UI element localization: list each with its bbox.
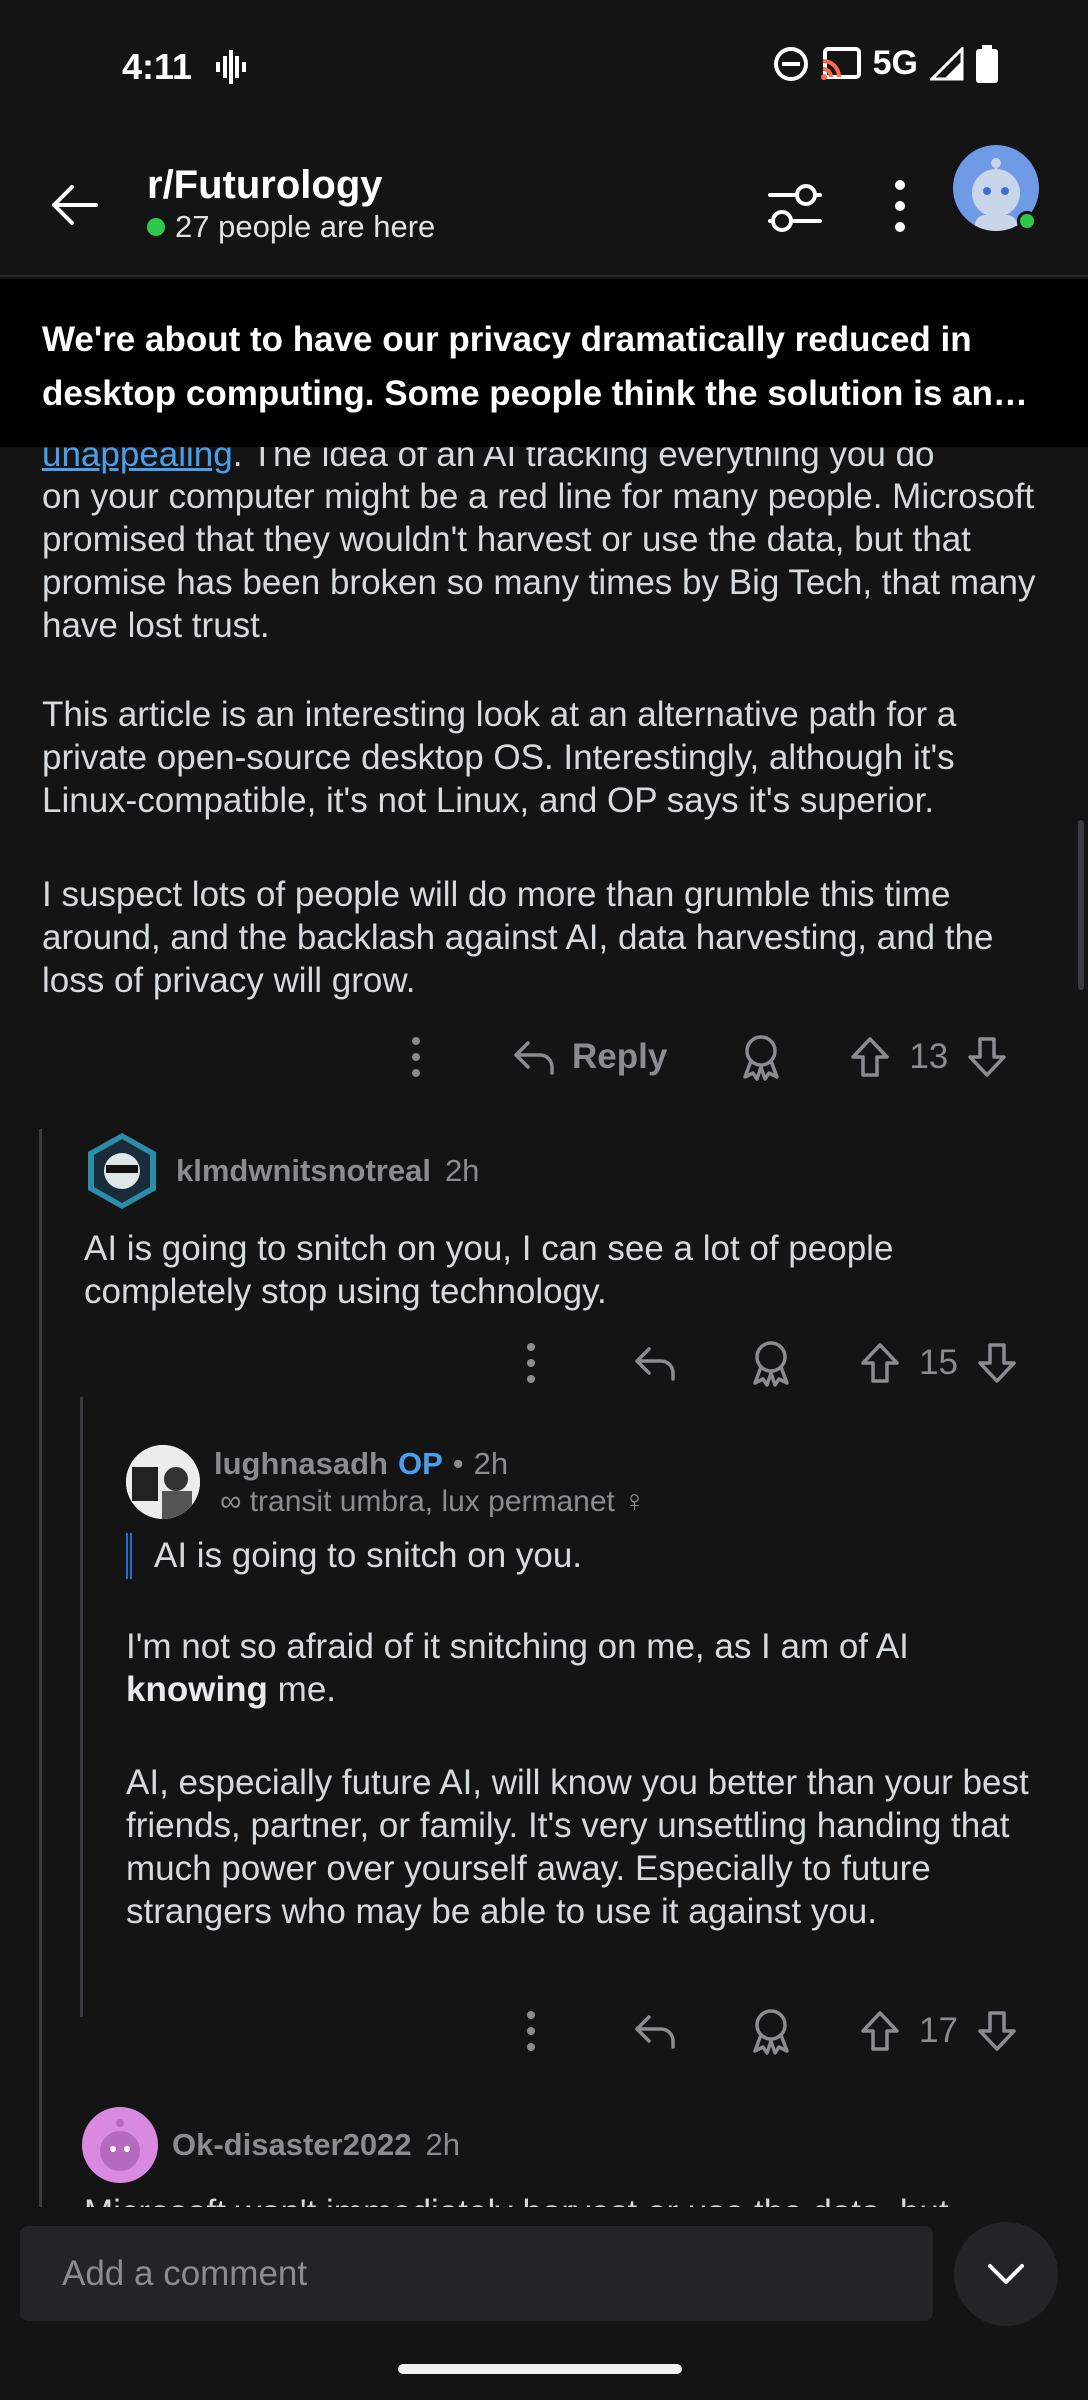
user-flair: ∞ transit umbra, lux permanet ♀ bbox=[220, 1485, 646, 1518]
online-status-dot bbox=[1017, 211, 1037, 231]
network-label: 5G bbox=[872, 44, 918, 82]
post-title-banner[interactable]: We're about to have our privacy dramatic… bbox=[0, 279, 1088, 447]
comment-actions: 15 bbox=[521, 1339, 1018, 1387]
post-body-paragraph-3: I suspect lots of people will do more th… bbox=[42, 875, 994, 1000]
thread-line bbox=[80, 1397, 83, 2017]
downvote-icon[interactable] bbox=[966, 1035, 1008, 1079]
comment-text: AI, especially future AI, will know you … bbox=[126, 1763, 1029, 1931]
post-body-paragraph-1: on your computer might be a red line for… bbox=[42, 477, 1036, 645]
comment-actions: 17 bbox=[521, 2007, 1018, 2055]
post-scroll-area[interactable]: unappealing. The idea of an AI tracking … bbox=[0, 447, 1088, 2207]
back-arrow-icon[interactable] bbox=[44, 175, 104, 235]
award-icon[interactable] bbox=[739, 1033, 783, 1081]
award-icon[interactable] bbox=[749, 2007, 793, 2055]
subreddit-name[interactable]: r/Futurology bbox=[147, 163, 383, 208]
comment-username[interactable]: klmdwnitsnotreal bbox=[176, 1153, 431, 1189]
vote-score: 17 bbox=[919, 2011, 958, 2050]
filter-icon[interactable] bbox=[768, 183, 822, 233]
cast-icon bbox=[820, 46, 861, 80]
avatar[interactable] bbox=[82, 2107, 158, 2183]
avatar[interactable] bbox=[126, 1445, 200, 1519]
award-icon[interactable] bbox=[749, 1339, 793, 1387]
add-comment-input[interactable]: Add a comment bbox=[20, 2226, 933, 2321]
vote-score: 13 bbox=[909, 1037, 949, 1076]
upvote-icon[interactable] bbox=[859, 1341, 901, 1385]
comment-text: Microsoft won't immediately harvest or u… bbox=[84, 2191, 1044, 2207]
comment-username[interactable]: lughnasadh bbox=[214, 1446, 388, 1482]
more-options-icon[interactable] bbox=[521, 1341, 541, 1385]
online-dot-icon bbox=[147, 218, 165, 236]
downvote-icon[interactable] bbox=[976, 1341, 1018, 1385]
photo-avatar-icon bbox=[126, 1445, 200, 1519]
reply-button[interactable]: Reply bbox=[572, 1037, 667, 1077]
vibrate-icon bbox=[216, 50, 246, 84]
op-badge: OP bbox=[397, 1446, 443, 1481]
comment-text: AI is going to snitch on you, I can see … bbox=[84, 1229, 894, 1311]
comment-text: I'm not so afraid of it snitching on me,… bbox=[126, 1627, 909, 1709]
comment-username[interactable]: Ok-disaster2022 bbox=[172, 2127, 412, 2163]
snoo-avatar-icon bbox=[100, 2119, 140, 2171]
presence-text: 27 people are here bbox=[175, 209, 436, 244]
separator-dot: • bbox=[452, 1446, 464, 1481]
comment-time: 2h bbox=[425, 2127, 461, 2162]
battery-icon bbox=[976, 44, 998, 83]
presence-indicator: 27 people are here bbox=[147, 209, 435, 245]
avatar[interactable] bbox=[82, 1131, 162, 1211]
post-body-line: unappealing. The idea of an AI tracking … bbox=[42, 447, 1052, 476]
thread-line bbox=[39, 1129, 42, 2207]
chevron-down-icon bbox=[988, 2264, 1024, 2284]
app-header: r/Futurology 27 people are here bbox=[0, 135, 1088, 277]
more-options-icon[interactable] bbox=[521, 2009, 541, 2053]
comment-time: 2h bbox=[444, 1153, 480, 1188]
comment-header: Ok-disaster2022 2h bbox=[82, 2107, 460, 2183]
reply-icon[interactable] bbox=[633, 2011, 677, 2051]
comment-header: klmdwnitsnotreal 2h bbox=[82, 1131, 479, 1211]
hexagon-avatar-icon bbox=[88, 1133, 156, 1209]
home-gesture-bar[interactable] bbox=[398, 2364, 682, 2374]
add-comment-placeholder: Add a comment bbox=[62, 2253, 308, 2293]
post-actions: Reply 13 bbox=[406, 1033, 1008, 1081]
reply-icon[interactable] bbox=[633, 1343, 677, 1383]
upvote-icon[interactable] bbox=[849, 1035, 891, 1079]
upvote-icon[interactable] bbox=[859, 2009, 901, 2053]
reply-icon[interactable] bbox=[512, 1037, 556, 1077]
post-title: We're about to have our privacy dramatic… bbox=[42, 320, 993, 413]
scrollbar[interactable] bbox=[1078, 820, 1084, 990]
downvote-icon[interactable] bbox=[976, 2009, 1018, 2053]
quote-block: AI is going to snitch on you. bbox=[126, 1533, 582, 1579]
do-not-disturb-icon bbox=[773, 46, 808, 81]
more-options-icon[interactable] bbox=[888, 179, 912, 233]
post-body-paragraph-2: This article is an interesting look at a… bbox=[42, 695, 957, 820]
next-comment-button[interactable] bbox=[954, 2222, 1058, 2326]
status-bar: 4:11 5G bbox=[0, 0, 1088, 135]
more-options-icon[interactable] bbox=[406, 1035, 426, 1079]
comment-time: 2h bbox=[473, 1446, 509, 1481]
post-body-link[interactable]: unappealing bbox=[42, 447, 233, 474]
clock: 4:11 bbox=[122, 46, 193, 87]
vote-score: 15 bbox=[919, 1343, 958, 1382]
signal-icon bbox=[930, 46, 964, 80]
